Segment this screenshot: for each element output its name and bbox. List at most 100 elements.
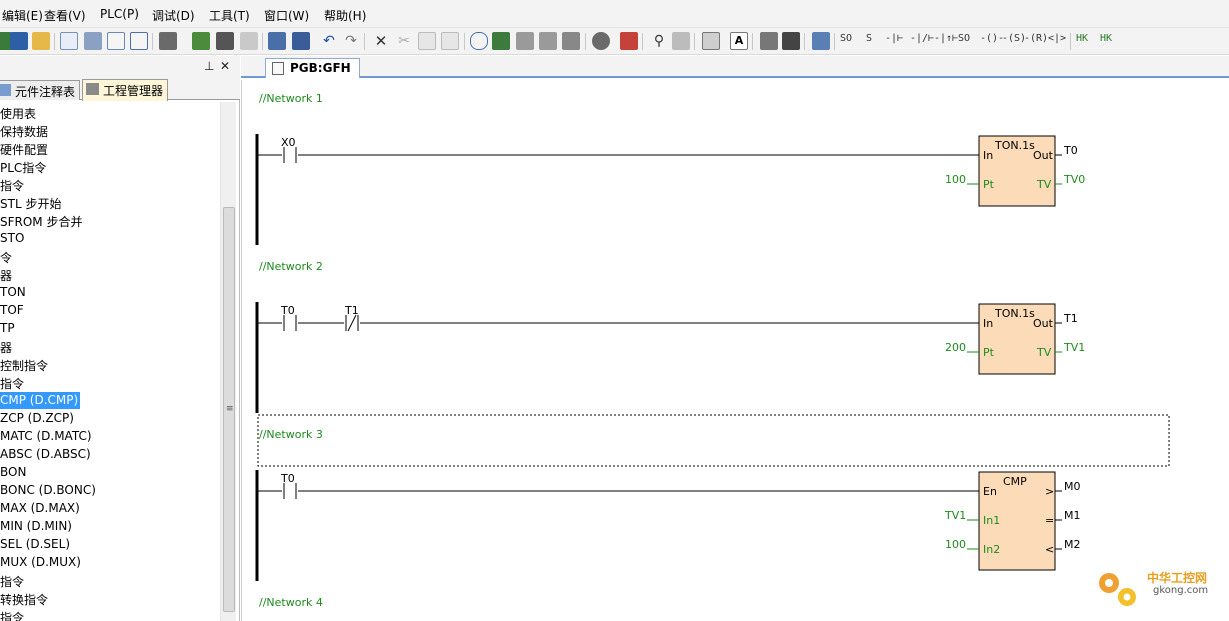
tree-item[interactable]: ZCP (D.ZCP) bbox=[0, 410, 74, 427]
tree-item-selected[interactable]: CMP (D.CMP) bbox=[0, 392, 81, 409]
window-layout-icon[interactable] bbox=[159, 32, 177, 50]
set-coil-icon[interactable]: -(S) bbox=[1002, 33, 1026, 44]
plc-connect-icon[interactable] bbox=[192, 32, 210, 50]
tree-item[interactable]: TP bbox=[0, 320, 15, 337]
menu-tools[interactable]: 工具(T) bbox=[209, 7, 250, 24]
print-icon[interactable] bbox=[84, 32, 102, 50]
find-icon[interactable] bbox=[292, 32, 310, 50]
menu-plc[interactable]: PLC(P) bbox=[100, 7, 139, 21]
pin-icon[interactable]: ⊥ bbox=[204, 59, 214, 73]
nc-contact-icon[interactable]: -|/⊢ bbox=[910, 33, 934, 44]
save-icon[interactable] bbox=[10, 32, 28, 50]
download-icon[interactable] bbox=[492, 32, 510, 50]
contact-label: T0 bbox=[280, 304, 295, 317]
tree-item[interactable]: STO bbox=[0, 230, 24, 247]
contact-label: X0 bbox=[281, 136, 296, 149]
set-bit-icon[interactable]: SO bbox=[840, 33, 852, 44]
tree-item[interactable]: SEL (D.SEL) bbox=[0, 536, 70, 553]
menu-window[interactable]: 窗口(W) bbox=[264, 7, 309, 24]
undo-icon[interactable]: ↶ bbox=[320, 32, 338, 50]
stop-icon[interactable] bbox=[620, 32, 638, 50]
close-icon[interactable]: ✕ bbox=[220, 59, 230, 73]
upload-icon[interactable] bbox=[32, 32, 50, 50]
online-icon[interactable] bbox=[470, 32, 488, 50]
insert-line-icon[interactable]: HK bbox=[1076, 33, 1088, 44]
pin-output-value: M0 bbox=[1064, 480, 1081, 493]
tree-scrollbar[interactable]: ≡ bbox=[220, 102, 236, 621]
tree-item[interactable]: 指令 bbox=[0, 572, 24, 589]
set-output-icon[interactable]: SO bbox=[958, 33, 970, 44]
tree-item[interactable]: 指令 bbox=[0, 374, 24, 391]
tree-item[interactable]: BONC (D.BONC) bbox=[0, 482, 96, 499]
tree-item[interactable]: MIN (D.MIN) bbox=[0, 518, 72, 535]
compare-icon[interactable]: <|> bbox=[1048, 33, 1066, 44]
monitor-edit-icon[interactable] bbox=[539, 32, 557, 50]
menu-view[interactable]: 查看(V) bbox=[44, 7, 86, 24]
tree-item[interactable]: 硬件配置 bbox=[0, 140, 48, 157]
wizard-icon[interactable]: ⚲ bbox=[650, 32, 668, 50]
plc-transfer-icon[interactable] bbox=[216, 32, 234, 50]
cut-icon[interactable]: ✕ bbox=[372, 32, 390, 50]
document-list-icon[interactable] bbox=[130, 32, 148, 50]
reset-bit-icon[interactable]: S bbox=[866, 33, 872, 44]
tab-component-comments[interactable]: 元件注释表 bbox=[0, 80, 80, 100]
tree-item[interactable]: 器 bbox=[0, 266, 12, 283]
pin-output-value: TV1 bbox=[1063, 341, 1085, 354]
preview-icon[interactable] bbox=[60, 32, 78, 50]
tree-item[interactable]: 使用表 bbox=[0, 104, 36, 121]
tree-item[interactable]: STL 步开始 bbox=[0, 194, 61, 211]
tree-item[interactable]: 控制指令 bbox=[0, 356, 48, 373]
lock-icon[interactable] bbox=[760, 32, 778, 50]
function-block[interactable]: TON.1s In Pt Out TV bbox=[978, 135, 1056, 207]
cut-disabled-icon[interactable]: ✂ bbox=[395, 32, 413, 50]
tree-item[interactable]: 保持数据 bbox=[0, 122, 48, 139]
menu-debug[interactable]: 调试(D) bbox=[152, 7, 195, 24]
table-icon[interactable] bbox=[702, 32, 720, 50]
menu-bar: 编辑(E) 查看(V) PLC(P) 调试(D) 工具(T) 窗口(W) 帮助(… bbox=[0, 0, 1229, 28]
function-block[interactable]: TON.1s In Pt Out TV bbox=[978, 303, 1056, 375]
block-title: TON.1s bbox=[994, 139, 1035, 152]
tree-item[interactable]: MATC (D.MATC) bbox=[0, 428, 92, 445]
menu-help[interactable]: 帮助(H) bbox=[324, 7, 366, 24]
comment-icon[interactable] bbox=[812, 32, 830, 50]
tree-item[interactable]: MAX (D.MAX) bbox=[0, 500, 80, 517]
tree-item[interactable]: PLC指令 bbox=[0, 158, 46, 175]
network-selection[interactable] bbox=[257, 414, 1170, 467]
redo-icon[interactable]: ↷ bbox=[342, 32, 360, 50]
document-check-icon[interactable] bbox=[107, 32, 125, 50]
editor-area: PGB:GFH //Network 1 X0 TON.1s In Pt Out … bbox=[241, 56, 1229, 621]
function-block[interactable]: CMP En In1 In2 > = < bbox=[978, 471, 1056, 571]
font-icon[interactable]: A bbox=[730, 32, 748, 50]
coil-icon[interactable]: -()- bbox=[980, 33, 1004, 44]
tab-project-manager[interactable]: 工程管理器 bbox=[82, 79, 168, 101]
tree-item[interactable]: 转换指令 bbox=[0, 590, 48, 607]
scroll-thumb[interactable]: ≡ bbox=[223, 207, 235, 612]
pin-output-value: T1 bbox=[1063, 312, 1078, 325]
menu-edit[interactable]: 编辑(E) bbox=[2, 7, 43, 24]
plc-info-icon[interactable] bbox=[672, 32, 690, 50]
tree-item[interactable]: ABSC (D.ABSC) bbox=[0, 446, 91, 463]
run-icon[interactable] bbox=[592, 32, 610, 50]
tree-item[interactable]: 指令 bbox=[0, 608, 24, 621]
monitor-stop-icon[interactable] bbox=[562, 32, 580, 50]
no-contact-icon[interactable]: -|⊢ bbox=[885, 33, 903, 44]
tree-item[interactable]: 器 bbox=[0, 338, 12, 355]
tree-item[interactable]: TON bbox=[0, 284, 26, 301]
device-icon[interactable] bbox=[240, 32, 258, 50]
rising-edge-icon[interactable]: -|↑⊢ bbox=[934, 33, 958, 44]
tree-item[interactable]: MUX (D.MUX) bbox=[0, 554, 81, 571]
tree-item[interactable]: SFROM 步合并 bbox=[0, 212, 82, 229]
ladder-editor[interactable]: //Network 1 X0 TON.1s In Pt Out TV 100 T… bbox=[241, 80, 1229, 621]
paste-icon[interactable] bbox=[441, 32, 459, 50]
delete-line-icon[interactable]: HK bbox=[1100, 33, 1112, 44]
tree-item[interactable]: 指令 bbox=[0, 176, 24, 193]
monitor-icon[interactable] bbox=[516, 32, 534, 50]
tree-item[interactable]: 令 bbox=[0, 248, 12, 265]
tree-item[interactable]: TOF bbox=[0, 302, 24, 319]
reset-coil-icon[interactable]: -(R) bbox=[1024, 33, 1048, 44]
copy-icon[interactable] bbox=[418, 32, 436, 50]
unlock-icon[interactable] bbox=[782, 32, 800, 50]
edit-icon[interactable] bbox=[268, 32, 286, 50]
tree-item[interactable]: BON bbox=[0, 464, 26, 481]
tab-program[interactable]: PGB:GFH bbox=[265, 58, 360, 78]
